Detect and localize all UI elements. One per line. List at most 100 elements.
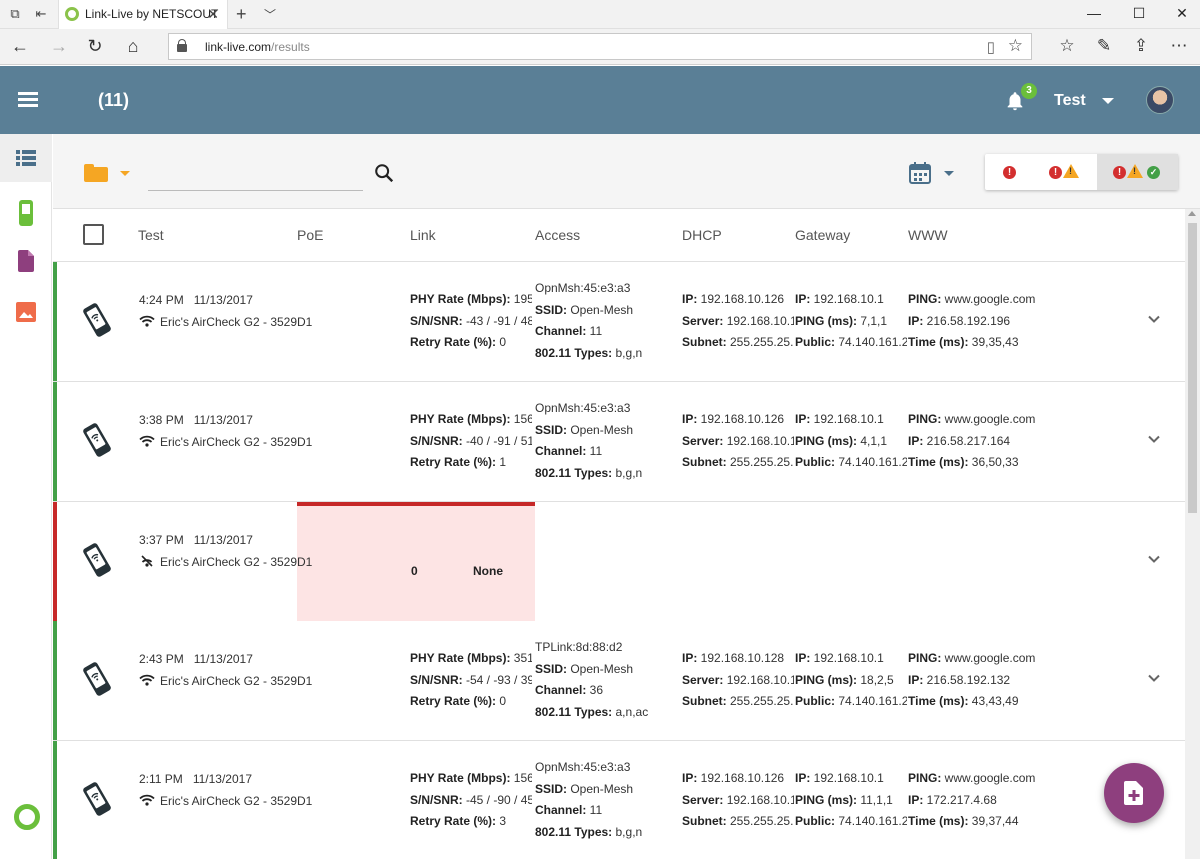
nav-results[interactable] <box>0 134 52 182</box>
table-row[interactable]: 0 None 3:37 PM 11/13/2017 Eric's AirCheck G… <box>53 502 1185 622</box>
nav-images[interactable] <box>0 288 52 336</box>
scroll-up-arrow-icon[interactable] <box>1188 211 1196 216</box>
url-field[interactable]: link-live.com/results ▯ ☆ <box>168 33 1032 60</box>
expand-row-chevron-icon[interactable] <box>1147 671 1161 685</box>
gateway-stat-line: IP: 192.168.10.1 <box>795 292 884 306</box>
table-row[interactable]: 4:24 PM 11/13/2017 Eric's AirCheck G2 - 3… <box>53 262 1185 382</box>
search-input[interactable] <box>148 164 363 188</box>
search-icon[interactable] <box>373 162 395 184</box>
column-header-link[interactable]: Link <box>410 227 436 243</box>
select-all-checkbox[interactable] <box>83 224 104 245</box>
column-header-test[interactable]: Test <box>138 227 164 243</box>
expand-row-chevron-icon[interactable] <box>1147 312 1161 326</box>
filter-errors[interactable]: ! <box>985 154 1035 190</box>
test-time: 4:24 PM <box>139 293 184 307</box>
url-host: link-live.com <box>205 40 272 54</box>
user-menu-caret-icon[interactable] <box>1102 98 1114 104</box>
scrollbar-thumb[interactable] <box>1188 223 1197 513</box>
column-header-gateway[interactable]: Gateway <box>795 227 850 243</box>
vertical-scrollbar[interactable] <box>1185 209 1200 859</box>
access-stat-line: TPLink:8d:88:d2 <box>535 640 622 654</box>
dhcp-stat-line: Subnet: 255.255.25... <box>682 814 794 828</box>
refresh-icon[interactable]: ↻ <box>84 36 106 57</box>
back-arrow-icon[interactable]: ← <box>9 36 31 57</box>
web-note-pen-icon[interactable]: ✎ <box>1093 36 1115 56</box>
tab-preview-chevron-icon[interactable]: ﹀ <box>264 6 276 23</box>
device-icon <box>19 200 33 226</box>
minimize-icon[interactable]: — <box>1084 5 1104 21</box>
link-stat-value: 0 <box>496 335 507 349</box>
access-stat-key: 802.11 Types: <box>535 824 613 839</box>
list-view-icon <box>16 150 36 166</box>
avatar[interactable] <box>1146 86 1174 114</box>
forward-arrow-icon[interactable]: → <box>48 36 70 57</box>
access-stat-value: TPLink:8d:88:d2 <box>535 640 623 654</box>
www-stat-line: PING: www.google.com <box>908 292 1035 306</box>
gateway-stat-value: 18,2,5 <box>857 672 894 687</box>
link-stat-value: 156 <box>510 412 532 426</box>
reading-view-icon[interactable]: ▯ <box>987 38 995 56</box>
favorite-star-icon[interactable]: ☆ <box>1008 36 1023 56</box>
dhcp-stat-value: 192.168.10.1 <box>723 313 794 328</box>
column-header-dhcp[interactable]: DHCP <box>682 227 722 243</box>
table-row[interactable]: 3:38 PM 11/13/2017 Eric's AirCheck G2 - 3… <box>53 382 1185 502</box>
test-time: 2:43 PM <box>139 652 184 666</box>
gateway-stat-key: IP: <box>795 292 811 306</box>
user-menu-name[interactable]: Test <box>1054 92 1086 110</box>
access-stat-line: Channel: 36 <box>535 683 603 697</box>
www-stat-line: PING: www.google.com <box>908 651 1035 665</box>
close-tab-icon[interactable]: ✕ <box>207 6 219 23</box>
expand-row-chevron-icon[interactable] <box>1147 552 1161 566</box>
new-tab-icon[interactable]: + <box>236 4 247 25</box>
wifi-icon <box>139 435 155 447</box>
document-icon <box>18 250 34 272</box>
dhcp-stat-value: 192.168.10.1 <box>723 672 794 687</box>
home-icon[interactable]: ⌂ <box>122 36 144 57</box>
filter-errors-warnings[interactable]: ! <box>1035 154 1097 190</box>
set-tabs-aside-icon[interactable]: ⇤ <box>34 7 48 21</box>
new-report-button[interactable] <box>1104 763 1164 823</box>
hamburger-menu-icon[interactable] <box>18 92 38 108</box>
link-stat-line: Retry Rate (%): 0 <box>410 694 506 708</box>
www-stat-line: Time (ms): 43,43,49 <box>908 694 1019 708</box>
browser-address-bar: ← → ↻ ⌂ link-live.com/results ▯ ☆ ☆ ✎ ⇪ … <box>0 29 1200 65</box>
www-stat-key: IP: <box>908 792 924 807</box>
expand-row-chevron-icon[interactable] <box>1147 432 1161 446</box>
link-stat-key: Retry Rate (%): <box>410 814 497 828</box>
link-live-favicon-icon <box>65 7 79 21</box>
browser-tab[interactable]: Link-Live by NETSCOUT ✕ <box>58 0 228 29</box>
www-stat-key: PING: <box>908 292 942 306</box>
column-header-www[interactable]: WWW <box>908 227 948 243</box>
column-header-access[interactable]: Access <box>535 227 580 243</box>
timestamp-gap <box>184 293 194 307</box>
share-icon[interactable]: ⇪ <box>1130 36 1152 56</box>
gateway-stat-value: 74.140.161.2 <box>835 455 907 469</box>
dhcp-stat-value: 192.168.10.126 <box>697 412 785 426</box>
www-stat-key: Time (ms): <box>908 694 969 708</box>
access-stat-value: b,g,n <box>612 465 643 480</box>
www-stat-value: 39,35,43 <box>968 335 1019 349</box>
close-window-icon[interactable]: ✕ <box>1172 5 1192 22</box>
nav-devices[interactable] <box>0 188 52 236</box>
www-stat-key: Time (ms): <box>908 455 969 469</box>
www-stat-line: Time (ms): 39,37,44 <box>908 814 1019 828</box>
maximize-icon[interactable]: ☐ <box>1129 5 1149 22</box>
calendar-icon[interactable] <box>909 162 931 184</box>
folder-dropdown-caret-icon[interactable] <box>120 171 130 176</box>
dhcp-stat-line: IP: 192.168.10.126 <box>682 292 784 306</box>
dhcp-stat-value: 192.168.10.126 <box>697 292 785 306</box>
filter-all[interactable]: ! ✓ <box>1097 154 1178 190</box>
access-stat-key: Channel: <box>535 324 587 338</box>
date-dropdown-caret-icon[interactable] <box>944 171 954 176</box>
table-row[interactable]: 2:11 PM 11/13/2017 Eric's AirCheck G2 - 3… <box>53 741 1185 859</box>
nav-reports[interactable] <box>0 238 52 286</box>
more-menu-icon[interactable]: ⋯ <box>1168 36 1190 56</box>
column-header-poe[interactable]: PoE <box>297 227 323 243</box>
table-row[interactable]: 2:43 PM 11/13/2017 Eric's AirCheck G2 - 3… <box>53 621 1185 741</box>
handheld-device-icon <box>81 420 113 460</box>
tab-list-icon[interactable]: ⧉ <box>8 7 22 21</box>
netscout-logo-icon[interactable] <box>14 804 40 830</box>
folder-icon[interactable] <box>84 164 108 182</box>
link-stat-key: Retry Rate (%): <box>410 335 497 349</box>
favorites-hub-icon[interactable]: ☆ <box>1056 36 1078 56</box>
